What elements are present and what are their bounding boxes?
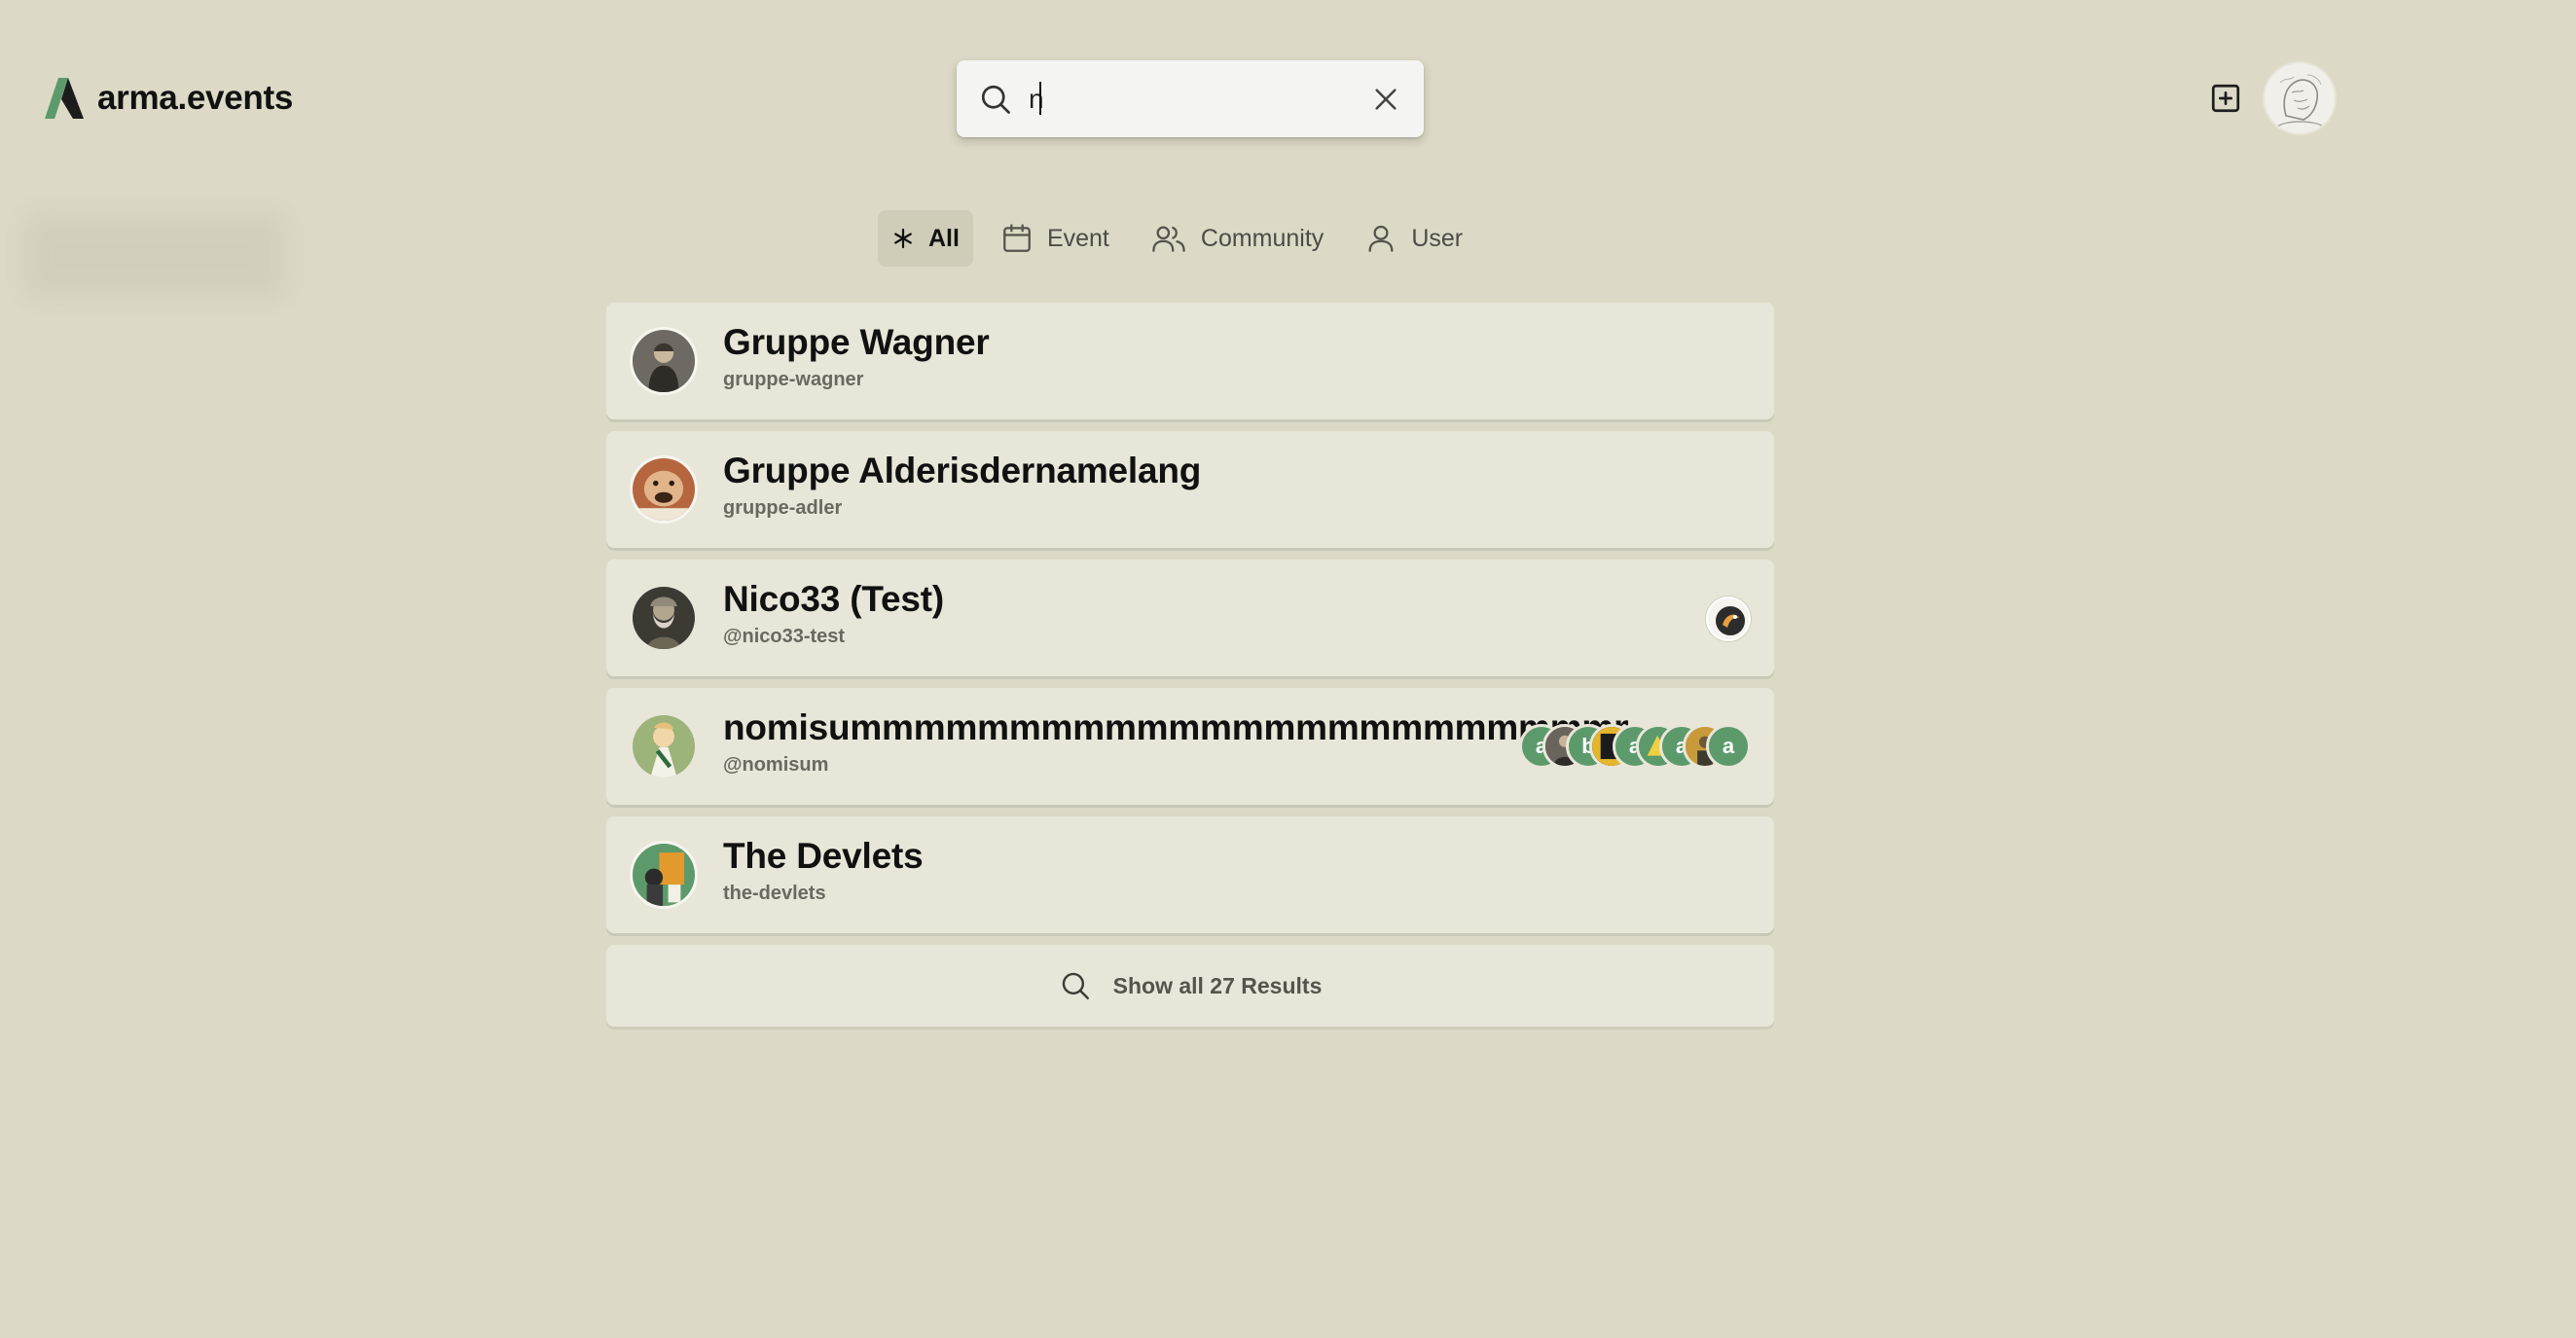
asterisk-icon bbox=[894, 228, 912, 249]
search-filter-tabs: All Event Community User bbox=[878, 210, 1476, 267]
member-avatar-stack: a a a b a bbox=[1519, 724, 1751, 769]
result-row[interactable]: The Devlets the-devlets bbox=[606, 816, 1774, 933]
users-icon bbox=[1152, 226, 1185, 252]
community-avatar bbox=[630, 455, 698, 524]
clear-search-icon[interactable] bbox=[1370, 84, 1401, 115]
result-row[interactable]: Nico33 (Test) @nico33-test bbox=[606, 560, 1774, 676]
user-avatar[interactable] bbox=[2265, 63, 2335, 133]
tab-label: All bbox=[928, 224, 960, 252]
community-badge-icon bbox=[1706, 597, 1751, 641]
result-slug: @nomisum bbox=[723, 754, 829, 776]
result-name: Nico33 (Test) bbox=[723, 579, 944, 619]
result-name: nomisummmmmmmmmmmmmmmmmmmmmmmmmmmm bbox=[723, 707, 1628, 747]
brand-name: arma.events bbox=[97, 79, 293, 117]
user-icon bbox=[1368, 225, 1394, 252]
community-avatar bbox=[630, 327, 698, 395]
show-all-label: Show all 27 Results bbox=[1112, 972, 1323, 998]
result-name: Gruppe Alderisdernamelang bbox=[723, 451, 1202, 490]
member-avatar: a bbox=[1706, 724, 1751, 769]
text-caret bbox=[1039, 82, 1041, 115]
create-event-button[interactable] bbox=[2209, 82, 2242, 115]
result-name: Gruppe Wagner bbox=[723, 322, 990, 362]
logo-icon bbox=[45, 78, 84, 119]
tab-event[interactable]: Event bbox=[987, 210, 1123, 267]
result-slug: @nico33-test bbox=[723, 626, 846, 647]
user-avatar bbox=[630, 712, 698, 780]
community-avatar bbox=[630, 841, 698, 909]
search-icon bbox=[978, 82, 1013, 117]
tab-all[interactable]: All bbox=[878, 210, 973, 267]
search-bar[interactable] bbox=[957, 60, 1424, 137]
result-row[interactable]: Gruppe Wagner gruppe-wagner bbox=[606, 303, 1774, 419]
show-all-results-button[interactable]: Show all 27 Results bbox=[606, 945, 1774, 1027]
sketch-portrait-avatar bbox=[2265, 63, 2335, 133]
brand-logo[interactable]: arma.events bbox=[45, 78, 293, 119]
search-icon bbox=[1062, 972, 1089, 999]
plus-square-icon bbox=[2211, 84, 2240, 113]
user-avatar bbox=[630, 584, 698, 652]
tab-user[interactable]: User bbox=[1351, 210, 1476, 267]
tab-label: Community bbox=[1200, 224, 1324, 252]
result-slug: gruppe-wagner bbox=[723, 369, 864, 390]
result-row[interactable]: nomisummmmmmmmmmmmmmmmmmmmmmmmmmmm @nomi… bbox=[606, 688, 1774, 805]
search-results: Gruppe Wagner gruppe-wagner Gruppe Alder… bbox=[606, 303, 1774, 1027]
search-input[interactable] bbox=[1029, 78, 1340, 121]
calendar-icon bbox=[1003, 224, 1031, 252]
result-name: The Devlets bbox=[723, 836, 924, 876]
tab-community[interactable]: Community bbox=[1137, 210, 1337, 267]
result-row[interactable]: Gruppe Alderisdernamelang gruppe-adler bbox=[606, 431, 1774, 548]
result-slug: gruppe-adler bbox=[723, 497, 843, 519]
tab-label: User bbox=[1411, 224, 1464, 252]
blurred-placeholder bbox=[23, 212, 286, 300]
result-slug: the-devlets bbox=[723, 883, 826, 904]
tab-label: Event bbox=[1046, 224, 1109, 252]
